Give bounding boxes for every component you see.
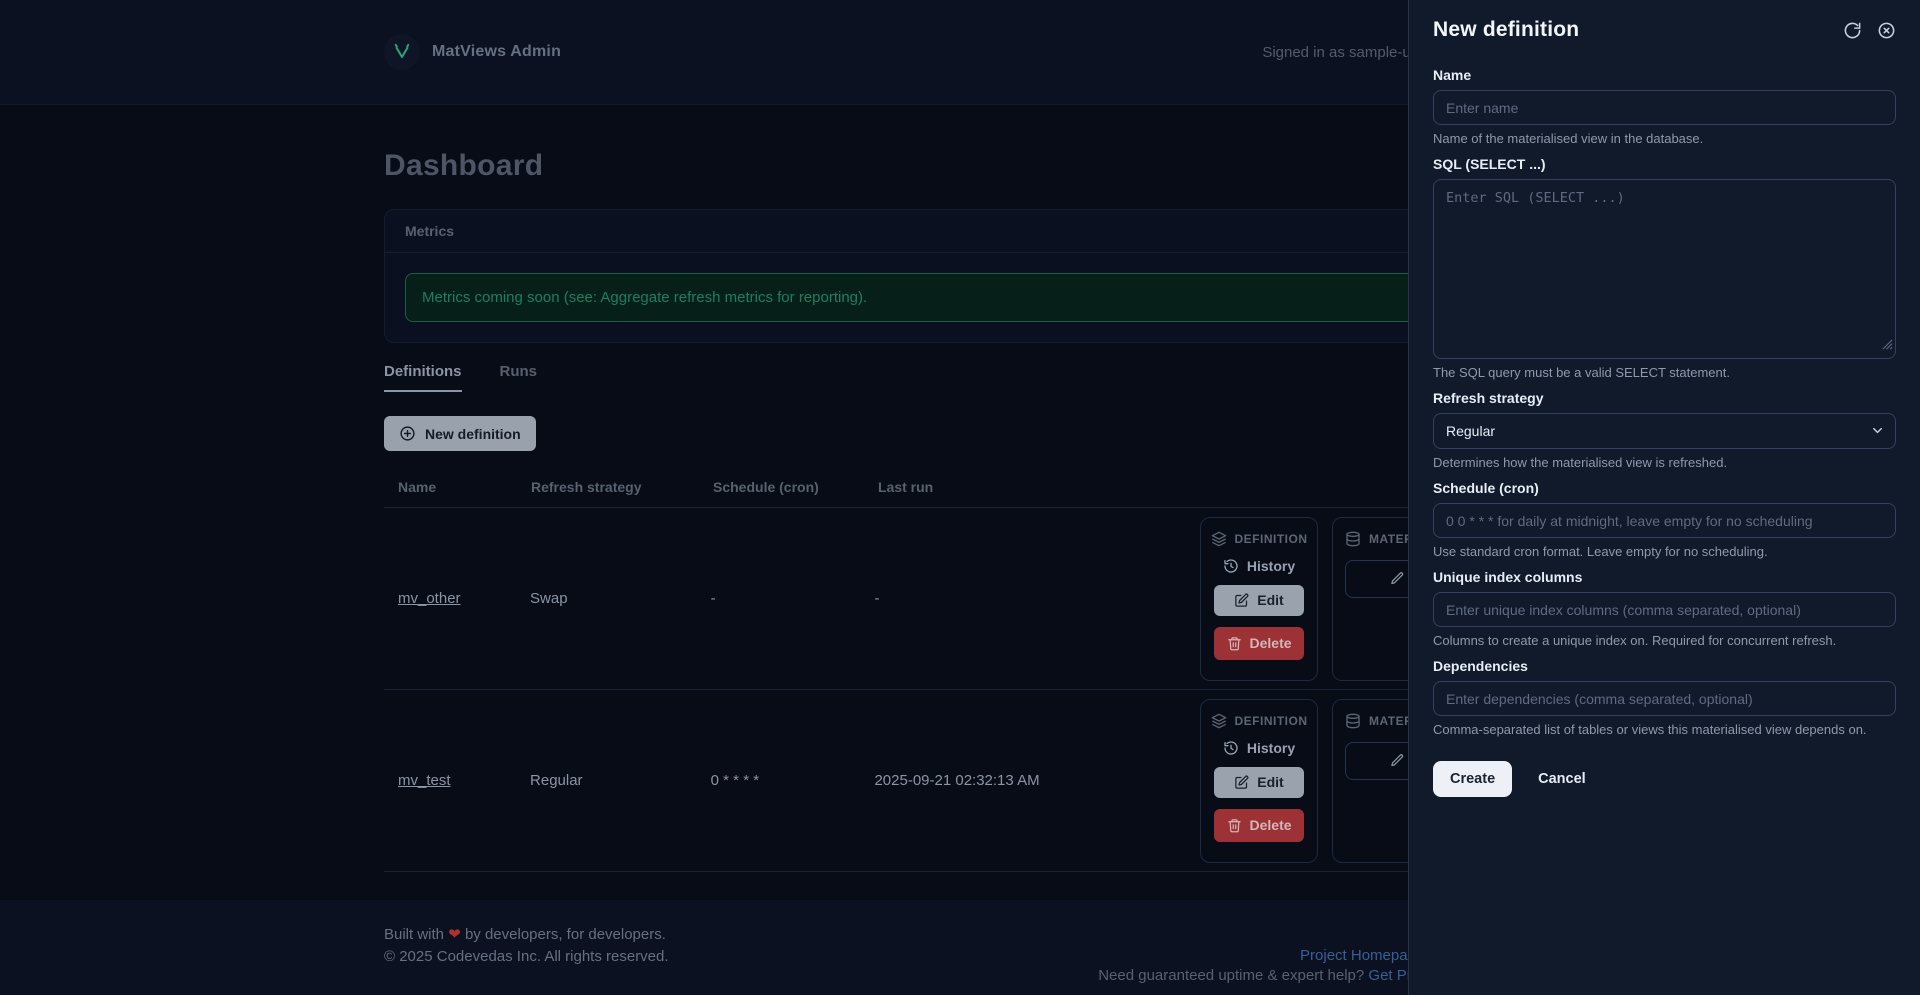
- name-helper: Name of the materialised view in the dat…: [1433, 131, 1704, 146]
- definition-name-link[interactable]: mv_test: [398, 772, 451, 789]
- schedule-input[interactable]: [1433, 503, 1896, 538]
- col-header-schedule: Schedule (cron): [713, 479, 819, 495]
- delete-button[interactable]: Delete: [1214, 626, 1305, 660]
- tab-bar: Definitions Runs: [384, 363, 1536, 392]
- database-icon: [1345, 531, 1361, 547]
- sql-label: SQL (SELECT ...): [1433, 156, 1546, 172]
- col-header-last-run: Last run: [878, 479, 934, 495]
- pencil-icon: [1390, 753, 1405, 768]
- page-title: Dashboard: [384, 149, 544, 182]
- cell-schedule: 0 * * * *: [710, 772, 760, 789]
- table-header-row: Name Refresh strategy Schedule (cron) La…: [384, 467, 1536, 508]
- edit-button[interactable]: Edit: [1214, 584, 1305, 616]
- history-icon: [1223, 558, 1239, 574]
- plus-circle-icon: [399, 425, 416, 442]
- refresh-icon: [1843, 21, 1862, 40]
- metrics-coming-soon-alert: Metrics coming soon (see: Aggregate refr…: [405, 273, 1515, 322]
- cancel-button[interactable]: Cancel: [1538, 771, 1586, 787]
- definition-actions-box: DEFINITION History Edit Delete: [1200, 516, 1319, 681]
- trash-icon: [1227, 636, 1242, 651]
- refresh-strategy-label: Refresh strategy: [1433, 390, 1544, 406]
- history-icon: [1223, 740, 1239, 756]
- metrics-card-title: Metrics: [385, 210, 1535, 253]
- cell-refresh-strategy: Swap: [530, 590, 568, 607]
- dependencies-helper: Comma-separated list of tables or views …: [1433, 722, 1867, 737]
- edit-icon: [1234, 593, 1249, 608]
- footer-copyright: © 2025 Codevedas Inc. All rights reserve…: [384, 948, 669, 965]
- schedule-helper: Use standard cron format. Leave empty fo…: [1433, 544, 1768, 559]
- definition-group-label: DEFINITION: [1234, 713, 1308, 728]
- table-row: mv_test Regular 0 * * * * 2025-09-21 02:…: [384, 690, 1537, 872]
- close-icon: [1877, 21, 1896, 40]
- col-header-refresh-strategy: Refresh strategy: [531, 479, 642, 495]
- tab-definitions[interactable]: Definitions: [384, 363, 462, 392]
- pencil-icon: [1390, 571, 1405, 586]
- definition-name-link[interactable]: mv_other: [398, 590, 461, 607]
- dependencies-input[interactable]: [1433, 681, 1896, 716]
- definition-actions-box: DEFINITION History Edit Delete: [1200, 698, 1319, 863]
- sql-helper: The SQL query must be a valid SELECT sta…: [1433, 365, 1730, 380]
- drawer-title: New definition: [1433, 18, 1580, 41]
- brand-name: MatViews Admin: [432, 43, 562, 60]
- cell-schedule: -: [710, 590, 716, 607]
- delete-button[interactable]: Delete: [1214, 808, 1305, 842]
- refresh-strategy-helper: Determines how the materialised view is …: [1433, 455, 1728, 470]
- new-definition-drawer: New definition Name Name of the mate: [1408, 0, 1920, 995]
- name-input[interactable]: [1433, 90, 1896, 125]
- tab-runs[interactable]: Runs: [500, 363, 538, 392]
- new-definition-button[interactable]: New definition: [384, 416, 536, 451]
- unique-index-input[interactable]: [1433, 592, 1896, 627]
- layers-icon: [1211, 531, 1227, 547]
- layers-icon: [1211, 713, 1227, 729]
- cell-last-run: 2025-09-21 02:32:13 AM: [874, 772, 1040, 789]
- schedule-label: Schedule (cron): [1433, 480, 1539, 496]
- footer-built-with: Built with ❤ by developers, for develope…: [384, 926, 666, 943]
- history-button[interactable]: History: [1223, 740, 1295, 756]
- unique-index-label: Unique index columns: [1433, 569, 1583, 585]
- cell-last-run: -: [874, 590, 880, 607]
- metrics-card: Metrics Metrics coming soon (see: Aggreg…: [384, 209, 1536, 343]
- definition-group-label: DEFINITION: [1234, 531, 1308, 546]
- resize-handle-icon[interactable]: [1882, 337, 1893, 355]
- sql-input[interactable]: [1433, 179, 1896, 359]
- table-row: mv_other Swap - - DEFINITION History Edi…: [384, 508, 1537, 690]
- trash-icon: [1227, 818, 1242, 833]
- col-header-name: Name: [398, 479, 437, 495]
- heart-icon: ❤: [448, 926, 461, 943]
- name-label: Name: [1433, 67, 1472, 83]
- definitions-table: Name Refresh strategy Schedule (cron) La…: [384, 467, 1537, 872]
- v-logo-icon: [384, 34, 420, 70]
- close-drawer-button[interactable]: [1877, 21, 1896, 40]
- database-icon: [1345, 713, 1361, 729]
- new-definition-label: New definition: [425, 425, 521, 442]
- refresh-strategy-select[interactable]: Regular: [1433, 413, 1896, 449]
- cell-refresh-strategy: Regular: [530, 772, 583, 789]
- unique-index-helper: Columns to create a unique index on. Req…: [1433, 633, 1837, 648]
- create-button[interactable]: Create: [1433, 761, 1513, 797]
- brand: MatViews Admin: [384, 34, 561, 70]
- edit-icon: [1234, 775, 1249, 790]
- edit-button[interactable]: Edit: [1214, 766, 1305, 798]
- project-homepage-link[interactable]: Project Homepage: [1300, 947, 1424, 964]
- reset-button[interactable]: [1843, 21, 1862, 40]
- dependencies-label: Dependencies: [1433, 658, 1528, 674]
- history-button[interactable]: History: [1223, 558, 1295, 574]
